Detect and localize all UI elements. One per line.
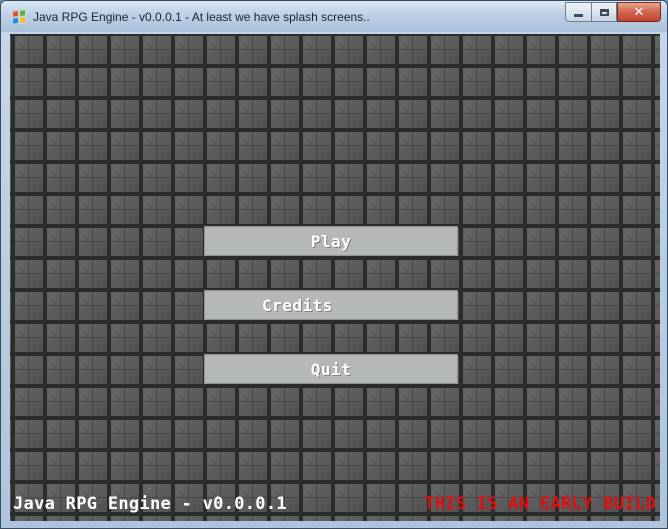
caption-buttons: ✕ bbox=[565, 2, 661, 22]
credits-button[interactable]: Credits bbox=[204, 290, 458, 320]
close-icon: ✕ bbox=[633, 4, 645, 20]
quit-button[interactable]: Quit bbox=[204, 354, 458, 384]
minimize-icon bbox=[574, 13, 583, 17]
windows-flag-icon bbox=[12, 9, 26, 25]
maximize-icon bbox=[599, 8, 609, 16]
early-build-notice: THIS IS AN EARLY BUILD bbox=[424, 494, 656, 514]
app-window: Java RPG Engine - v0.0.0.1 - At least we… bbox=[0, 0, 668, 529]
game-canvas[interactable]: Play Credits Quit Java RPG Engine - v0.0… bbox=[10, 34, 660, 521]
play-button[interactable]: Play bbox=[204, 226, 458, 256]
version-label: Java RPG Engine - v0.0.0.1 bbox=[13, 494, 287, 514]
maximize-button[interactable] bbox=[591, 2, 617, 22]
close-button[interactable]: ✕ bbox=[617, 2, 661, 22]
title-bar[interactable]: Java RPG Engine - v0.0.0.1 - At least we… bbox=[1, 1, 667, 32]
window-title: Java RPG Engine - v0.0.0.1 - At least we… bbox=[33, 10, 370, 24]
stone-tile-background bbox=[10, 34, 660, 521]
minimize-button[interactable] bbox=[565, 2, 591, 22]
